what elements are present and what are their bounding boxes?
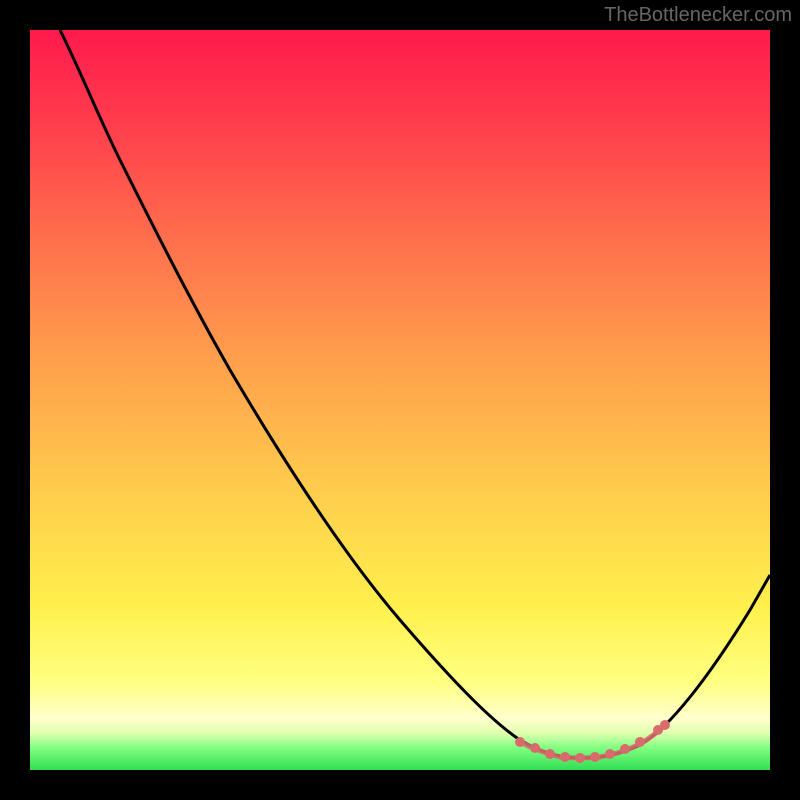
chart-container	[30, 30, 770, 770]
watermark-text: TheBottlenecker.com	[604, 4, 792, 27]
curve-path	[60, 30, 770, 758]
bottleneck-curve-svg	[30, 30, 770, 770]
